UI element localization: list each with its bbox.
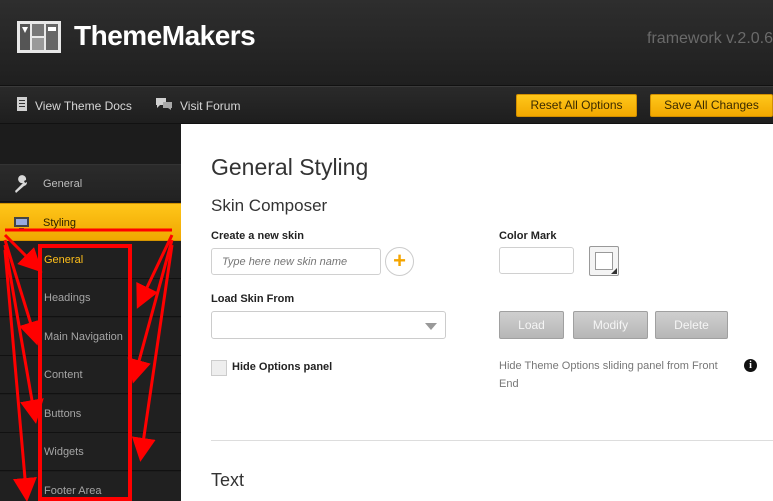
load-skin-select[interactable] <box>211 311 446 339</box>
new-skin-name-input[interactable] <box>211 248 381 275</box>
subnav-item-label: Widgets <box>44 446 84 458</box>
color-picker-swatch[interactable] <box>589 246 619 276</box>
sidebar: General Styling General Headings Main Na… <box>0 124 181 501</box>
reset-all-options-button[interactable]: Reset All Options <box>516 94 637 117</box>
add-skin-button[interactable]: + <box>385 247 414 276</box>
subnav-item-widgets[interactable]: Widgets <box>0 433 181 471</box>
hide-options-help: Hide Theme Options sliding panel from Fr… <box>499 360 718 390</box>
subnav-item-content[interactable]: Content <box>0 356 181 394</box>
toolbar: View Theme Docs Visit Forum Reset All Op… <box>0 86 773 124</box>
chat-bubbles-icon <box>155 97 173 114</box>
subnav-item-label: Content <box>44 369 83 381</box>
thememakers-logo-icon <box>14 17 64 57</box>
load-button[interactable]: Load <box>499 311 564 339</box>
page-title: General Styling <box>211 154 369 180</box>
plus-icon: + <box>393 248 406 273</box>
wrench-icon <box>12 175 32 193</box>
hide-options-label: Hide Options panel <box>232 361 333 373</box>
app-header: ThemeMakers framework v.2.0.6 <box>0 0 773 86</box>
chevron-down-icon <box>425 323 437 330</box>
subnav-item-buttons[interactable]: Buttons <box>0 395 181 433</box>
subnav-item-label: General <box>44 254 84 266</box>
subnav-item-headings[interactable]: Headings <box>0 279 181 317</box>
monitor-icon <box>12 214 32 232</box>
save-all-changes-button[interactable]: Save All Changes <box>650 94 773 117</box>
sidebar-item-label: General <box>43 178 83 190</box>
section-divider <box>211 440 773 441</box>
subnav-item-main-navigation[interactable]: Main Navigation <box>0 318 181 356</box>
subnav-item-label: Footer Area <box>44 485 102 497</box>
sidebar-item-styling[interactable]: Styling <box>0 203 181 241</box>
subnav-item-label: Buttons <box>44 408 82 420</box>
brand-name: ThemeMakers <box>74 20 256 51</box>
sidebar-item-general[interactable]: General <box>0 164 181 202</box>
create-skin-label: Create a new skin <box>211 230 304 242</box>
hide-options-checkbox[interactable] <box>211 360 227 376</box>
visit-forum-link[interactable]: Visit Forum <box>155 97 240 114</box>
section-title: Skin Composer <box>211 196 328 215</box>
subnav-item-footer-area[interactable]: Footer Area <box>0 472 181 501</box>
subnav-item-label: Main Navigation <box>44 331 123 343</box>
document-icon <box>16 97 28 114</box>
color-mark-input[interactable] <box>499 247 574 274</box>
subnav-item-label: Headings <box>44 292 91 304</box>
delete-button[interactable]: Delete <box>655 311 728 339</box>
load-skin-label: Load Skin From <box>211 293 295 305</box>
text-section-title: Text <box>211 470 245 490</box>
info-icon[interactable]: i <box>744 359 757 372</box>
sidebar-item-label: Styling <box>43 217 77 229</box>
subnav-item-general[interactable]: General <box>0 241 181 279</box>
visit-forum-label: Visit Forum <box>180 98 241 113</box>
view-theme-docs-link[interactable]: View Theme Docs <box>16 97 132 114</box>
view-theme-docs-label: View Theme Docs <box>35 98 132 113</box>
modify-button[interactable]: Modify <box>573 311 648 339</box>
color-mark-label: Color Mark <box>499 230 557 242</box>
framework-version: framework v.2.0.6 <box>647 30 773 47</box>
picker-arrow-icon <box>611 268 617 274</box>
main-panel: General Styling Skin Composer Create a n… <box>181 124 773 501</box>
